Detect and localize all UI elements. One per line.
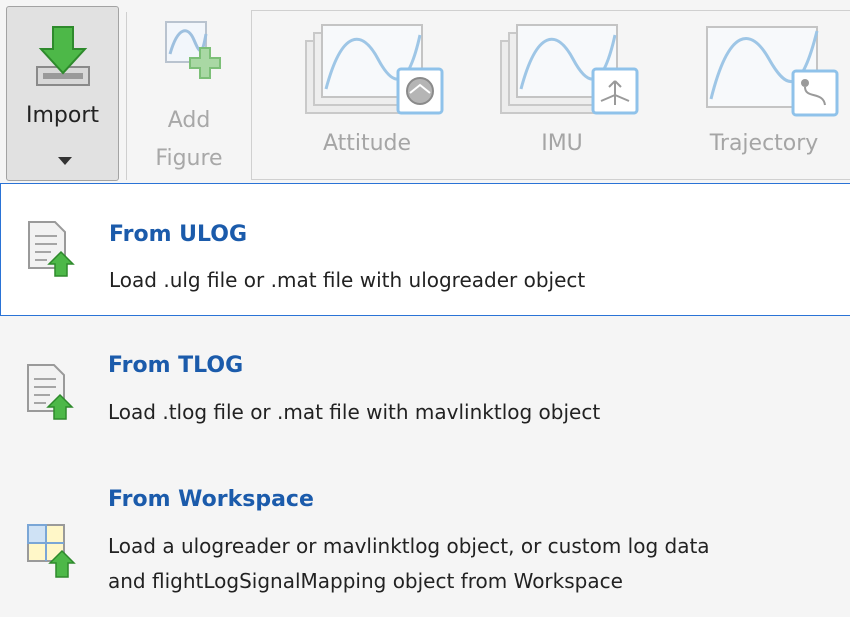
attitude-plot-icon bbox=[305, 24, 444, 115]
menu-item-from-workspace[interactable]: From Workspace Load a ulogreader or mavl… bbox=[0, 453, 850, 617]
gallery-label-attitude: Attitude bbox=[322, 131, 412, 156]
import-file-icon bbox=[27, 364, 74, 420]
trajectory-plot-icon bbox=[706, 26, 839, 117]
add-figure-icon bbox=[165, 21, 221, 79]
add-figure-label-line1: Add bbox=[167, 108, 211, 133]
add-figure-button[interactable]: Add Figure bbox=[130, 6, 248, 181]
gallery-label-trajectory: Trajectory bbox=[709, 131, 819, 156]
menu-item-title: From ULOG bbox=[109, 222, 248, 247]
plot-gallery: Attitude IMU Trajectory bbox=[251, 10, 850, 180]
import-dropdown-menu: From ULOG Load .ulg file or .mat file wi… bbox=[0, 183, 850, 617]
menu-item-description-line2: and flightLogSignalMapping object from W… bbox=[108, 569, 623, 593]
add-figure-label: Add Figure bbox=[130, 102, 248, 178]
toolstrip: Import Add Figure Attitude IMU Trajector… bbox=[0, 0, 850, 183]
workspace-import-icon bbox=[27, 524, 76, 578]
import-arrow-icon bbox=[36, 26, 90, 86]
gallery-item-imu[interactable]: IMU bbox=[487, 11, 639, 179]
toolstrip-divider bbox=[126, 12, 127, 180]
menu-item-description: Load .ulg file or .mat file with ulogrea… bbox=[109, 268, 586, 292]
menu-item-title: From Workspace bbox=[108, 487, 314, 512]
gallery-item-trajectory[interactable]: Trajectory bbox=[689, 11, 839, 179]
imu-plot-icon bbox=[500, 24, 639, 115]
menu-item-from-tlog[interactable]: From TLOG Load .tlog file or .mat file w… bbox=[0, 317, 850, 452]
gallery-label-imu: IMU bbox=[541, 131, 583, 156]
import-button[interactable]: Import bbox=[6, 6, 119, 181]
add-figure-label-line2: Figure bbox=[155, 146, 223, 171]
menu-item-description: Load .tlog file or .mat file with mavlin… bbox=[108, 400, 601, 424]
gallery-item-attitude[interactable]: Attitude bbox=[292, 11, 444, 179]
chevron-down-icon[interactable] bbox=[58, 157, 72, 165]
import-label: Import bbox=[25, 103, 99, 128]
import-file-icon bbox=[28, 221, 75, 277]
menu-item-description-line1: Load a ulogreader or mavlinktlog object,… bbox=[108, 534, 710, 558]
menu-item-from-ulog[interactable]: From ULOG Load .ulg file or .mat file wi… bbox=[0, 183, 850, 316]
menu-item-title: From TLOG bbox=[108, 353, 244, 378]
